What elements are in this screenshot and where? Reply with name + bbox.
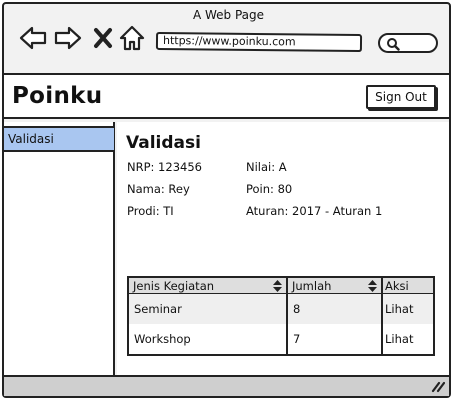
close-icon[interactable] xyxy=(93,27,113,49)
sort-icon[interactable] xyxy=(273,280,282,292)
main-content: Validasi NRP: 123456 Nama: Rey Prodi: TI… xyxy=(117,122,449,375)
cell-jumlah: 7 xyxy=(293,332,301,346)
sidebar: Validasi xyxy=(4,122,115,375)
poin-field: Poin: 80 xyxy=(246,182,293,196)
status-bar xyxy=(4,375,449,396)
browser-title: A Web Page xyxy=(192,8,265,22)
app-header: Poinku Sign Out xyxy=(4,73,449,119)
lihat-link[interactable]: Lihat xyxy=(383,324,433,354)
search-icon xyxy=(387,38,400,51)
resize-handle-icon[interactable] xyxy=(429,379,445,393)
sort-icon[interactable] xyxy=(368,280,377,292)
nrp-field: NRP: 123456 xyxy=(127,160,202,174)
column-divider xyxy=(286,278,288,354)
url-bar[interactable]: https://www.poinku.com xyxy=(155,31,363,53)
activity-table: Jenis Kegiatan Jumlah Aksi Seminar 8 Lih… xyxy=(127,276,435,356)
browser-search-box[interactable] xyxy=(378,33,438,53)
prodi-field: Prodi: TI xyxy=(127,204,174,218)
home-icon[interactable] xyxy=(118,24,146,52)
column-header-jenis-kegiatan[interactable]: Jenis Kegiatan xyxy=(129,278,286,294)
cell-jenis: Workshop xyxy=(134,332,191,346)
column-header-aksi: Aksi xyxy=(383,278,433,294)
app-title: Poinku xyxy=(12,83,103,109)
nilai-field: Nilai: A xyxy=(246,160,287,174)
column-header-label: Jenis Kegiatan xyxy=(133,279,215,293)
cell-jenis: Seminar xyxy=(134,302,182,316)
table-row: Seminar 8 Lihat xyxy=(129,294,433,324)
aturan-field: Aturan: 2017 - Aturan 1 xyxy=(246,204,383,218)
cell-jumlah: 8 xyxy=(293,302,301,316)
column-header-label: Jumlah xyxy=(292,279,332,293)
sidebar-item-validasi[interactable]: Validasi xyxy=(4,126,114,152)
lihat-link[interactable]: Lihat xyxy=(383,294,433,324)
column-divider xyxy=(381,278,383,354)
table-row: Workshop 7 Lihat xyxy=(129,324,433,354)
forward-arrow-icon[interactable] xyxy=(53,24,83,52)
column-header-label: Aksi xyxy=(385,279,409,293)
back-arrow-icon[interactable] xyxy=(18,24,48,52)
page-title: Validasi xyxy=(126,133,201,153)
column-header-jumlah[interactable]: Jumlah xyxy=(288,278,381,294)
sign-out-button[interactable]: Sign Out xyxy=(366,85,436,109)
nama-field: Nama: Rey xyxy=(127,182,190,196)
